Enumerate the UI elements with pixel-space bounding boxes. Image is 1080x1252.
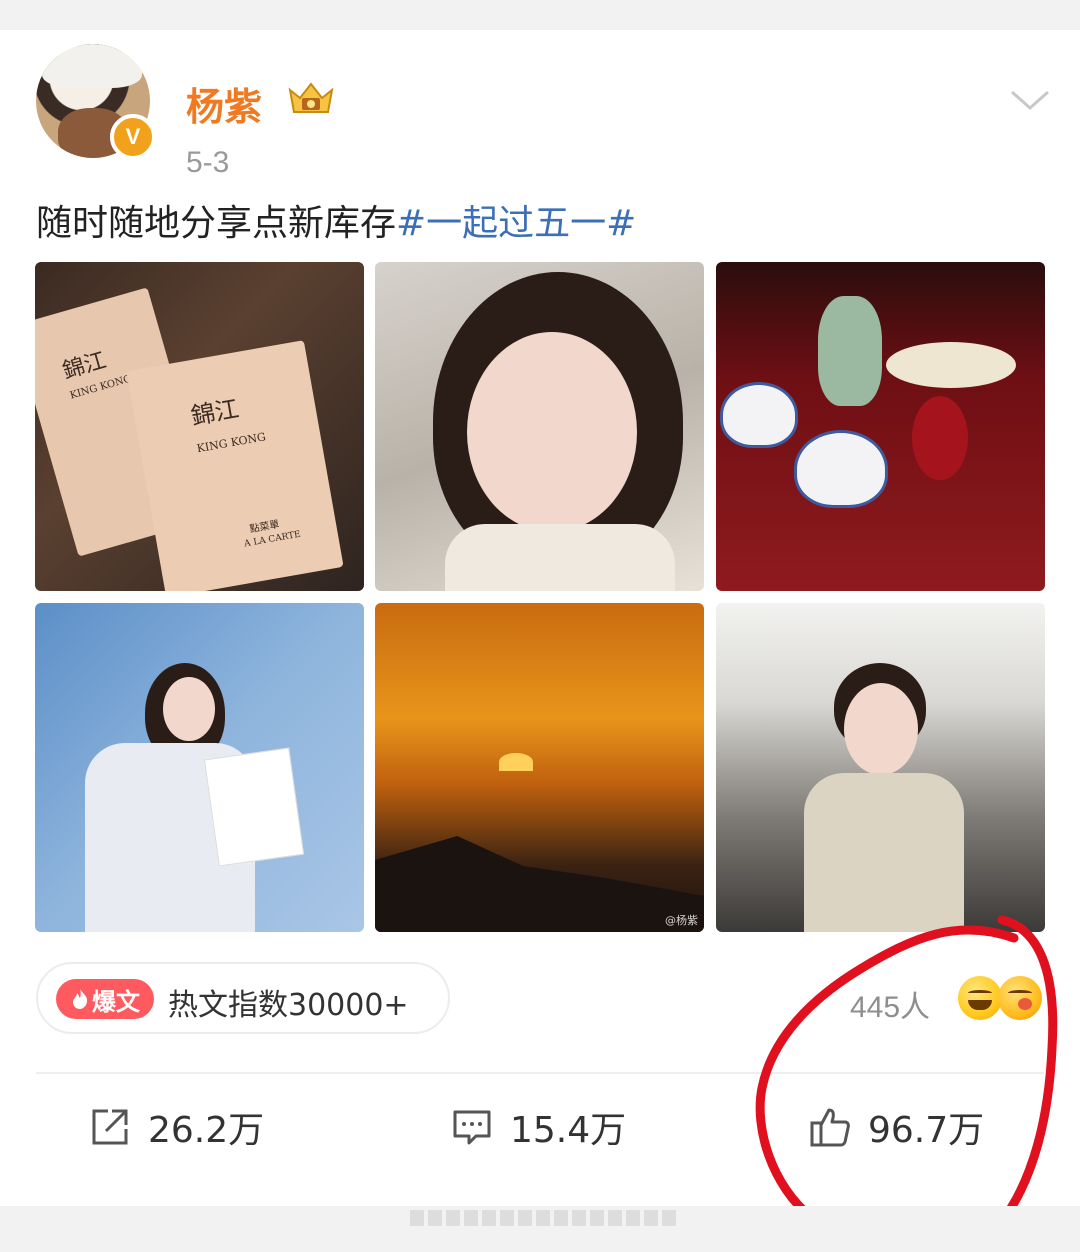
- hill-silhouette: [375, 836, 704, 932]
- menu-title: 錦江: [59, 348, 110, 385]
- annotation-circle: [755, 915, 1058, 1252]
- menu-subtitle-front: KING KONG: [195, 430, 267, 456]
- menu-card-front: 錦江 KING KONG 點菜單 A LA CARTE: [126, 340, 344, 591]
- collar-shape: [445, 524, 675, 591]
- hot-badge-label: 爆文: [92, 987, 140, 1016]
- teacup-front: [794, 430, 888, 508]
- teacup-left: [720, 382, 798, 448]
- comment-icon: [453, 1110, 491, 1145]
- menu-title-front: 錦江: [188, 394, 241, 431]
- photo-menu-cards[interactable]: 錦江 KING KONG 錦江 KING KONG 點菜單 A LA CARTE: [35, 262, 364, 591]
- flame-icon: [73, 989, 88, 1009]
- vase-shape: [818, 296, 882, 406]
- photo-tea-set[interactable]: [716, 262, 1045, 591]
- share-count: 26.2万: [148, 1110, 265, 1151]
- paper-sheet: [203, 747, 305, 867]
- comment-count: 15.4万: [510, 1110, 627, 1151]
- photo-blue-portrait[interactable]: [35, 603, 364, 932]
- verified-badge-icon: V: [110, 114, 156, 160]
- chevron-down-icon[interactable]: [1008, 86, 1052, 114]
- photo-sunset[interactable]: @杨紫: [375, 603, 704, 932]
- photo-film-set[interactable]: [716, 603, 1045, 932]
- hot-index-pill[interactable]: 爆文 热文指数30000+: [36, 962, 450, 1034]
- username[interactable]: 杨紫: [186, 76, 262, 131]
- red-lamp: [912, 396, 968, 480]
- menu-label: 點菜單: [248, 519, 281, 536]
- photo-selfie[interactable]: [375, 262, 704, 591]
- photo-grid: 錦江 KING KONG 錦江 KING KONG 點菜單 A LA CARTE…: [35, 262, 1045, 932]
- avatar-hat: [42, 44, 142, 88]
- share-icon: [92, 1109, 128, 1145]
- hot-index-text: 热文指数30000+: [168, 988, 409, 1023]
- face-shape-2: [163, 677, 215, 741]
- post-text: 随时随地分享点新库存#一起过五一#: [36, 194, 636, 246]
- post-body: 随时随地分享点新库存: [36, 203, 397, 244]
- photo-watermark: @杨紫: [665, 914, 698, 927]
- bottom-watermark: [410, 1210, 680, 1226]
- hashtag-link[interactable]: #一起过五一#: [396, 203, 636, 244]
- snack-plate: [886, 342, 1016, 388]
- share-button[interactable]: 26.2万: [88, 1102, 264, 1152]
- face-shape-3: [844, 683, 918, 775]
- post-date: 5-3: [186, 146, 230, 179]
- crown-icon[interactable]: [286, 78, 336, 118]
- face-shape: [467, 332, 637, 532]
- comment-button[interactable]: 15.4万: [450, 1102, 626, 1152]
- hot-badge: 爆文: [56, 979, 154, 1019]
- sun-shape: [499, 753, 533, 771]
